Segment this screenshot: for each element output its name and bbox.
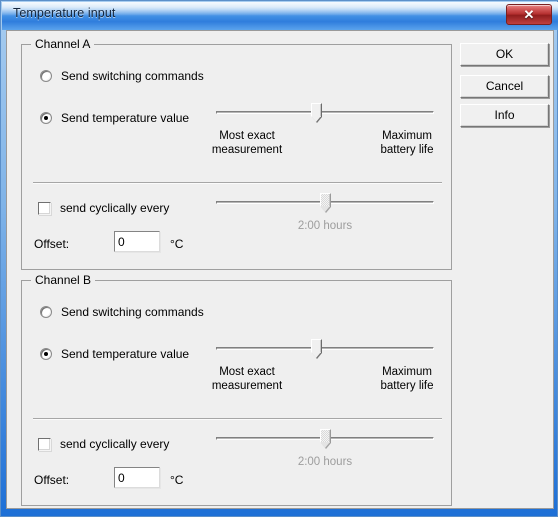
- cancel-button[interactable]: Cancel: [460, 75, 549, 98]
- slider-b-cyclic-value: 2:00 hours: [297, 456, 353, 468]
- slider-a-cyclic-value: 2:00 hours: [297, 220, 353, 232]
- slider-a-cyclic-thumb[interactable]: [320, 193, 331, 214]
- slider-b-left-caption: Most exact measurement: [211, 366, 283, 392]
- slider-a-cyclic[interactable]: [216, 193, 434, 215]
- slider-b-accuracy-thumb[interactable]: [311, 339, 322, 360]
- checkbox-a-send-cyclically[interactable]: send cyclically every: [38, 201, 169, 215]
- radio-a-temperature-label: Send temperature value: [61, 111, 190, 125]
- thumb-body: [320, 193, 331, 207]
- dialog-client-area: Channel A Send switching commands Send t…: [6, 30, 554, 509]
- slider-b-right-caption: Maximum battery life: [380, 366, 434, 392]
- slider-a-accuracy[interactable]: [216, 103, 434, 125]
- thumb-body: [320, 429, 331, 443]
- slider-a-accuracy-track[interactable]: [216, 111, 434, 114]
- offset-b-unit: °C: [170, 473, 184, 487]
- offset-a-label: Offset:: [34, 237, 70, 251]
- ok-button[interactable]: OK: [460, 43, 549, 66]
- checkbox-icon-unchecked: [38, 437, 51, 451]
- offset-b-input[interactable]: [114, 467, 160, 488]
- checkbox-icon-unchecked: [38, 201, 51, 215]
- window-title: Temperature input: [13, 6, 116, 20]
- separator-a: [33, 182, 442, 184]
- checkbox-a-label: send cyclically every: [60, 201, 170, 215]
- slider-a-accuracy-thumb[interactable]: [311, 103, 322, 124]
- dialog-window: Temperature input ✕ Channel A Send switc…: [0, 0, 558, 517]
- slider-a-left-caption: Most exact measurement: [211, 130, 283, 156]
- separator-b: [33, 418, 442, 420]
- group-legend-channel-a: Channel A: [31, 37, 95, 51]
- slider-a-right-caption: Maximum battery life: [380, 130, 434, 156]
- info-button[interactable]: Info: [460, 104, 549, 127]
- checkbox-b-send-cyclically[interactable]: send cyclically every: [38, 437, 169, 451]
- offset-b-label: Offset:: [34, 473, 70, 487]
- thumb-pointer-icon: [311, 352, 321, 358]
- offset-a-unit: °C: [170, 237, 184, 251]
- thumb-body: [311, 103, 322, 117]
- radio-a-send-switching-commands[interactable]: Send switching commands: [40, 69, 204, 83]
- radio-a-switching-label: Send switching commands: [61, 69, 204, 83]
- radio-b-send-temperature-value[interactable]: Send temperature value: [40, 347, 189, 361]
- title-bar: Temperature input ✕: [2, 2, 558, 30]
- radio-b-switching-label: Send switching commands: [61, 305, 204, 319]
- radio-icon-unselected: [40, 306, 52, 318]
- offset-a-input[interactable]: [114, 231, 160, 252]
- checkbox-b-label: send cyclically every: [60, 437, 170, 451]
- group-channel-b: Channel B Send switching commands Send t…: [21, 273, 452, 506]
- thumb-body: [311, 339, 322, 353]
- thumb-pointer-icon: [320, 206, 330, 212]
- slider-b-cyclic[interactable]: [216, 429, 434, 451]
- radio-icon-selected: [40, 112, 52, 124]
- radio-b-temperature-label: Send temperature value: [61, 347, 190, 361]
- slider-b-accuracy-track[interactable]: [216, 347, 434, 350]
- radio-icon-selected: [40, 348, 52, 360]
- close-icon: ✕: [523, 7, 535, 22]
- radio-icon-unselected: [40, 70, 52, 82]
- group-legend-channel-b: Channel B: [31, 273, 96, 287]
- close-button[interactable]: ✕: [506, 4, 552, 25]
- group-channel-a: Channel A Send switching commands Send t…: [21, 37, 452, 270]
- thumb-pointer-icon: [320, 442, 330, 448]
- slider-b-cyclic-thumb[interactable]: [320, 429, 331, 450]
- thumb-pointer-icon: [311, 116, 321, 122]
- slider-b-accuracy[interactable]: [216, 339, 434, 361]
- radio-b-send-switching-commands[interactable]: Send switching commands: [40, 305, 204, 319]
- radio-a-send-temperature-value[interactable]: Send temperature value: [40, 111, 189, 125]
